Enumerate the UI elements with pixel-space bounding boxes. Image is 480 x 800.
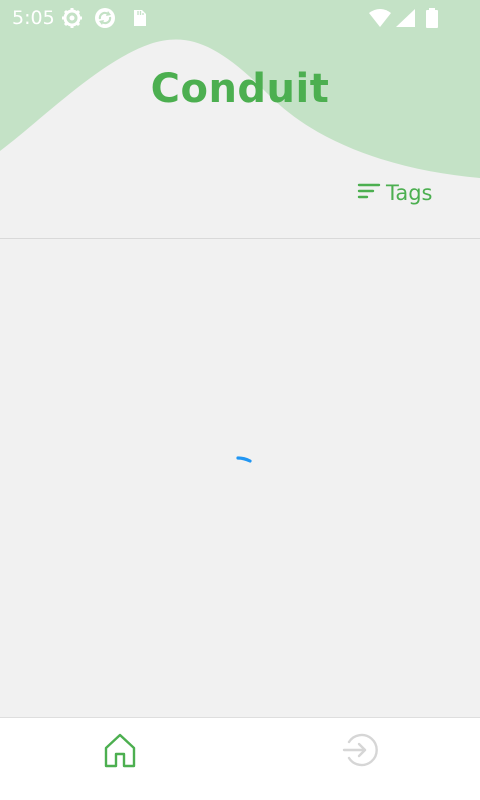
app-title: Conduit <box>150 66 330 112</box>
header: Conduit Tags <box>0 36 480 239</box>
cell-signal-icon <box>394 7 418 29</box>
battery-icon <box>420 7 444 29</box>
sort-lines-icon <box>356 181 382 205</box>
wifi-icon <box>368 7 392 29</box>
login-icon <box>341 731 379 773</box>
status-time: 5:05 <box>12 7 55 29</box>
sync-icon <box>93 7 117 29</box>
nav-home-button[interactable] <box>100 732 140 772</box>
settings-gear-icon <box>60 7 84 29</box>
home-icon <box>102 732 138 772</box>
app-screen: 5:05 Conduit Tags <box>0 0 480 800</box>
loading-spinner <box>232 448 256 472</box>
bottom-navigation <box>0 717 480 800</box>
tags-button-label: Tags <box>386 181 433 205</box>
nav-login-button[interactable] <box>340 732 380 772</box>
status-bar: 5:05 <box>0 0 480 36</box>
sd-card-icon <box>128 7 152 29</box>
tags-button[interactable]: Tags <box>356 176 433 210</box>
